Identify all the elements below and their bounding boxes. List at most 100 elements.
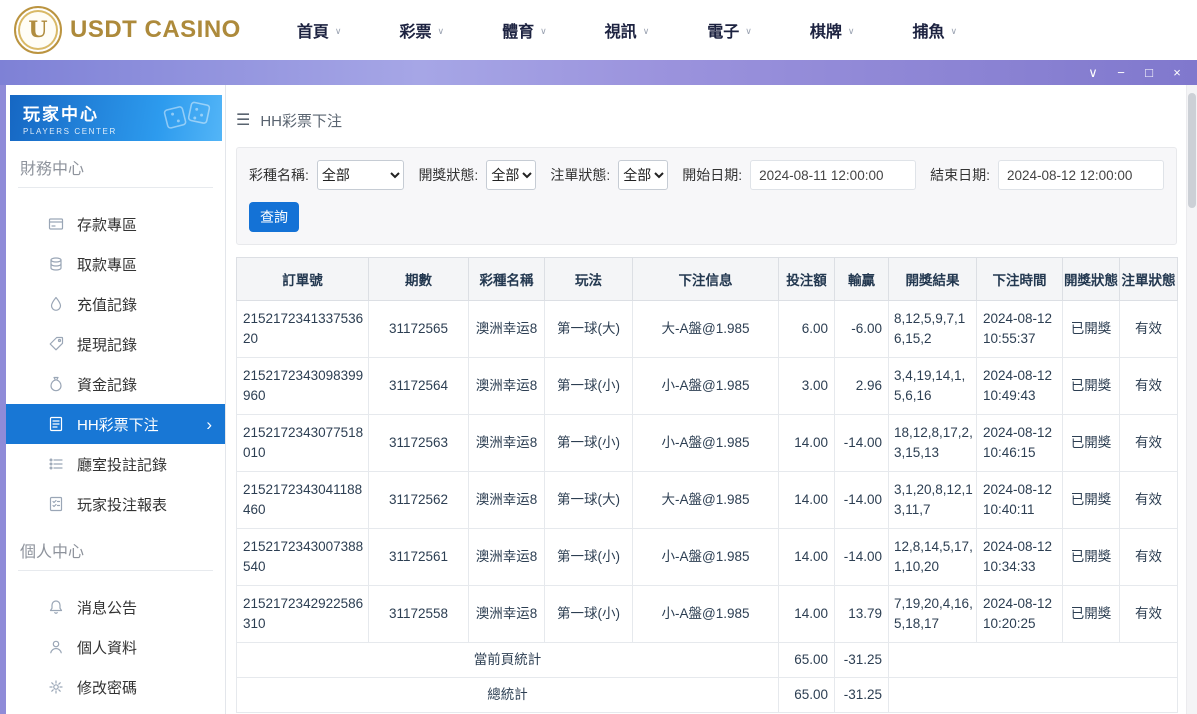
sidebar: 玩家中心 PLAYERS CENTER 財務中心存款專區取款專區充值記錄提現記錄… — [6, 85, 226, 714]
sidebar-item[interactable]: 消息公告 — [6, 587, 225, 627]
table-cell: 澳洲幸运8 — [469, 415, 545, 472]
table-cell: 已開獎 — [1063, 529, 1120, 586]
nav-item-label: 首頁 — [297, 18, 329, 42]
sidebar-item[interactable]: 資金記錄 — [6, 364, 225, 404]
col-header-period: 期數 — [369, 258, 469, 301]
nav-item-label: 彩票 — [399, 18, 431, 42]
window-minimize-button[interactable]: − — [1109, 60, 1133, 85]
table-cell: 31172565 — [369, 301, 469, 358]
brand-logo[interactable]: U USDT CASINO — [14, 6, 241, 54]
players-center-header: 玩家中心 PLAYERS CENTER — [10, 95, 222, 141]
table-body: 21521723413375362031172565澳洲幸运8第一球(大)大-A… — [237, 301, 1178, 713]
sidebar-menu: 存款專區取款專區充值記錄提現記錄資金記錄 HH彩票下注› 廳室投註記錄玩家投注報表 — [6, 188, 225, 524]
nav-item-2[interactable]: 體育∨ — [502, 18, 547, 42]
sidebar-item[interactable]: 提現記錄 — [6, 324, 225, 364]
table-cell: 2024-08-12 10:40:11 — [977, 472, 1063, 529]
summary-bet-total: 65.00 — [779, 643, 835, 678]
sidebar-item-label: 廳室投註記錄 — [77, 454, 167, 475]
sidebar-item[interactable]: 玩家投注報表 — [6, 484, 225, 524]
order-status-select[interactable]: 全部 — [618, 160, 668, 190]
start-date-label: 開始日期: — [682, 165, 742, 185]
vertical-scrollbar[interactable] — [1186, 85, 1197, 714]
main-content: ☰ HH彩票下注 彩種名稱: 全部 開獎狀態: 全部 注單狀態: 全部 開始日期… — [226, 85, 1187, 714]
chevron-down-icon: ∨ — [848, 24, 855, 37]
sidebar-item[interactable]: 個人資料 — [6, 627, 225, 667]
sidebar-item[interactable]: 修改密碼 — [6, 667, 225, 707]
sidebar-item-label: 玩家投注報表 — [77, 494, 167, 515]
col-header-bet-time: 下注時間 — [977, 258, 1063, 301]
table-cell: 小-A盤@1.985 — [633, 415, 779, 472]
summary-empty-cell — [889, 643, 1178, 678]
col-header-draw-result: 開獎結果 — [889, 258, 977, 301]
report-icon — [48, 496, 64, 512]
lottery-select[interactable]: 全部 — [317, 160, 405, 190]
nav-item-6[interactable]: 捕魚∨ — [913, 18, 958, 42]
summary-label: 總統計 — [237, 678, 779, 713]
table-cell: 12,8,14,5,17,1,10,20 — [889, 529, 977, 586]
table-cell: 澳洲幸运8 — [469, 358, 545, 415]
table-cell: 第一球(小) — [545, 529, 633, 586]
window-maximize-button[interactable]: □ — [1137, 60, 1161, 85]
sidebar-item[interactable]: 取款專區 — [6, 244, 225, 284]
table-cell: 有效 — [1120, 529, 1178, 586]
sidebar-item[interactable]: 存款專區 — [6, 204, 225, 244]
draw-status-select[interactable]: 全部 — [486, 160, 536, 190]
table-cell: 2152172342922586310 — [237, 586, 369, 643]
col-header-order-status: 注單狀態 — [1120, 258, 1178, 301]
logo-monogram: U — [28, 17, 47, 43]
col-header-play: 玩法 — [545, 258, 633, 301]
table-cell: 已開獎 — [1063, 301, 1120, 358]
nav-item-1[interactable]: 彩票∨ — [399, 18, 444, 42]
nav-menu: 首頁∨彩票∨體育∨視訊∨電子∨棋牌∨捕魚∨ — [297, 18, 957, 42]
chevron-down-icon: ∨ — [745, 24, 752, 37]
sidebar-item[interactable]: 充值記錄 — [6, 284, 225, 324]
card-icon — [48, 216, 64, 232]
nav-item-4[interactable]: 電子∨ — [707, 18, 752, 42]
sidebar-item-label: 資金記錄 — [77, 374, 137, 395]
chevron-down-icon: ∨ — [335, 24, 342, 37]
table-row: 215217234300738854031172561澳洲幸运8第一球(小)小-… — [237, 529, 1178, 586]
table-cell: 第一球(小) — [545, 358, 633, 415]
table-cell: 2152172343077518010 — [237, 415, 369, 472]
table-cell: 3,1,20,8,12,13,11,7 — [889, 472, 977, 529]
table-row: 215217234292258631031172558澳洲幸运8第一球(小)小-… — [237, 586, 1178, 643]
table-cell: 有效 — [1120, 586, 1178, 643]
nav-item-5[interactable]: 棋牌∨ — [810, 18, 855, 42]
table-cell: 小-A盤@1.985 — [633, 358, 779, 415]
nav-item-0[interactable]: 首頁 ∨ — [297, 18, 342, 42]
person-icon — [48, 639, 64, 655]
menu-toggle-icon[interactable]: ☰ — [236, 110, 250, 130]
window-collapse-button[interactable]: ∨ — [1081, 60, 1105, 85]
nav-item-3[interactable]: 視訊 ∨ — [605, 18, 650, 42]
window-close-button[interactable]: × — [1165, 60, 1189, 85]
table-cell: 澳洲幸运8 — [469, 301, 545, 358]
table-row: 215217234304118846031172562澳洲幸运8第一球(大)大-… — [237, 472, 1178, 529]
end-date-input[interactable] — [998, 160, 1164, 190]
table-row: 215217234307751801031172563澳洲幸运8第一球(小)小-… — [237, 415, 1178, 472]
table-cell: 3.00 — [779, 358, 835, 415]
search-button[interactable]: 查詢 — [249, 202, 299, 232]
table-cell: 2152172343098399960 — [237, 358, 369, 415]
table-cell: -14.00 — [835, 529, 889, 586]
table-cell: 已開獎 — [1063, 586, 1120, 643]
summary-row: 總統計65.00-31.25 — [237, 678, 1178, 713]
order-status-label: 注單狀態: — [550, 165, 610, 185]
sidebar-item-label: 提現記錄 — [77, 334, 137, 355]
sidebar-item[interactable]: 廳室投註記錄 — [6, 444, 225, 484]
table-cell: 14.00 — [779, 529, 835, 586]
top-navigation: U USDT CASINO 首頁∨彩票∨體育∨視訊∨電子∨棋牌∨捕魚∨ — [0, 0, 1197, 60]
draw-status-label: 開獎狀態: — [418, 165, 478, 185]
nav-item-label: 視訊 — [605, 18, 637, 42]
chevron-down-icon: ∨ — [643, 24, 650, 37]
table-cell: 第一球(小) — [545, 415, 633, 472]
table-cell: 2024-08-12 10:49:43 — [977, 358, 1063, 415]
start-date-input[interactable] — [750, 160, 916, 190]
scrollbar-thumb[interactable] — [1188, 93, 1196, 208]
screen: U USDT CASINO 首頁∨彩票∨體育∨視訊∨電子∨棋牌∨捕魚∨ ∨ − … — [0, 0, 1197, 714]
table-cell: 215217234133753620 — [237, 301, 369, 358]
sidebar-item[interactable]: HH彩票下注› — [6, 404, 225, 444]
table-cell: 第一球(大) — [545, 472, 633, 529]
bets-table: 訂單號 期數 彩種名稱 玩法 下注信息 投注額 輸贏 開獎結果 下注時間 開獎狀… — [236, 257, 1178, 713]
summary-winloss-total: -31.25 — [835, 643, 889, 678]
table-cell: 14.00 — [779, 586, 835, 643]
